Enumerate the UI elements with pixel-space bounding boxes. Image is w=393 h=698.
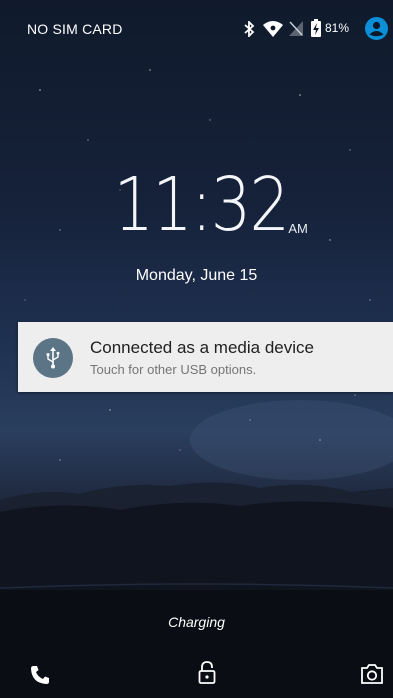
notification-text: Touch for other USB options. — [90, 362, 257, 377]
notification-title: Connected as a media device — [90, 338, 314, 357]
date-label: Monday, June 15 — [135, 267, 258, 284]
notification-icon — [33, 338, 73, 378]
usb-notification[interactable]: Connected as a media device Touch for ot… — [18, 322, 393, 392]
user-avatar-icon[interactable] — [365, 17, 388, 40]
wifi-icon — [263, 21, 283, 37]
lock-icon[interactable] — [198, 661, 216, 685]
bluetooth-icon — [244, 21, 255, 37]
no-sim-signal-icon — [289, 21, 303, 36]
camera-icon[interactable] — [361, 664, 383, 684]
battery-charging-icon — [311, 19, 321, 37]
charging-label: Charging — [168, 614, 225, 630]
carrier-label: NO SIM CARD — [27, 21, 123, 37]
usb-icon — [46, 347, 60, 369]
lock-screen: NO SIM CARD 81% 11:32AM Monday, June 15 … — [0, 0, 393, 698]
battery-percent: 81% — [325, 21, 350, 35]
clock-time: 11:32 — [113, 162, 291, 248]
clock: 11:32AM — [0, 162, 393, 248]
status-icons: 81% — [223, 16, 393, 42]
clock-ampm: AM — [288, 221, 308, 236]
status-bar: NO SIM CARD 81% — [0, 0, 393, 58]
phone-icon[interactable] — [30, 665, 50, 685]
